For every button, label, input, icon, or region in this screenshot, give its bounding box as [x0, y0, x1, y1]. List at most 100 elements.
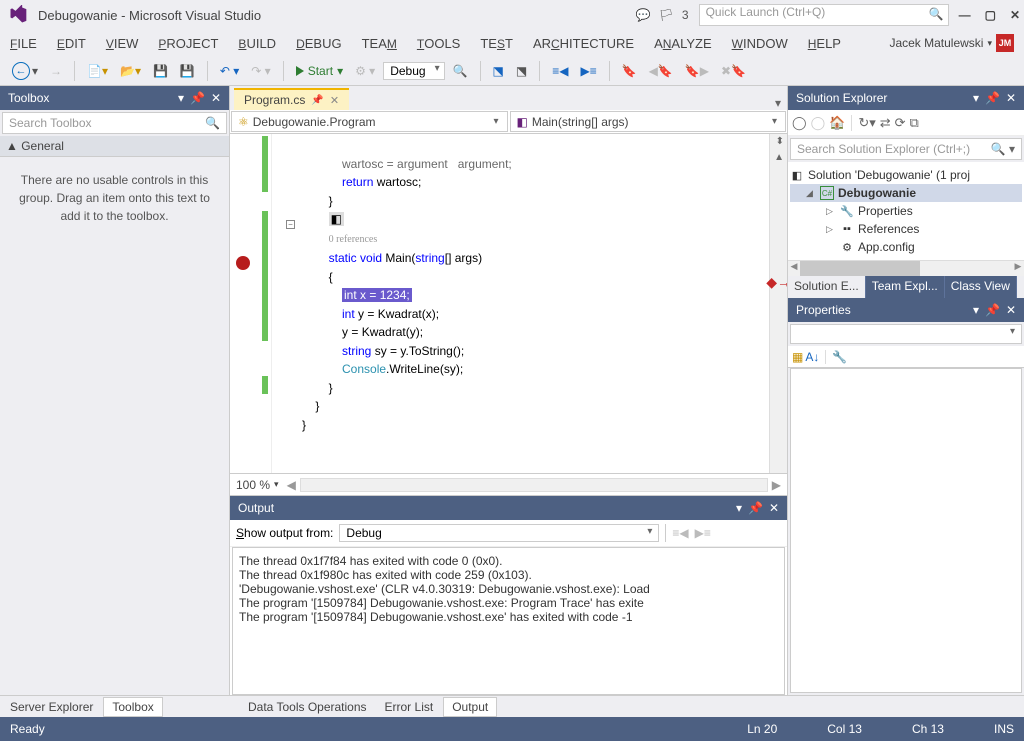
tab-error-list[interactable]: Error List: [377, 698, 442, 716]
menu-file[interactable]: FILE: [10, 36, 37, 51]
close-tab-icon[interactable]: ✕: [330, 94, 339, 107]
save-button[interactable]: 💾: [149, 62, 172, 80]
undo-button[interactable]: ↶ ▾: [216, 62, 243, 80]
nav-back-button[interactable]: ← ▾: [8, 60, 42, 82]
minimize-button[interactable]: —: [959, 8, 971, 22]
tab-dropdown-button[interactable]: ▾: [769, 96, 787, 110]
refresh-icon[interactable]: ↻▾: [858, 115, 875, 131]
menu-test[interactable]: TEST: [480, 36, 513, 51]
editor-scrollbar[interactable]: ⬍ ▲ ◆→: [769, 134, 787, 473]
quick-launch-search[interactable]: Quick Launch (Ctrl+Q) 🔍: [699, 4, 949, 26]
menu-analyze[interactable]: ANALYZE: [654, 36, 712, 51]
tab-data-tools[interactable]: Data Tools Operations: [240, 698, 375, 716]
menu-debug[interactable]: DEBUG: [296, 36, 342, 51]
pin-icon[interactable]: 📌: [985, 303, 1000, 317]
tree-item-references[interactable]: ▷ ▪▪ References: [790, 220, 1022, 238]
output-tool-2[interactable]: ▶≡: [695, 526, 711, 540]
tab-server-explorer[interactable]: Server Explorer: [2, 698, 101, 716]
tree-horizontal-scrollbar[interactable]: ◀ ▶: [788, 260, 1024, 276]
tree-item-properties[interactable]: ▷ 🔧 Properties: [790, 202, 1022, 220]
properties-grid[interactable]: [790, 368, 1022, 693]
horizontal-scroll-left[interactable]: ◀: [287, 478, 296, 492]
class-navigator-dropdown[interactable]: ⚛Debugowanie.Program: [231, 111, 508, 132]
user-menu[interactable]: Jacek Matulewski ▾ JM: [889, 34, 1014, 52]
tab-output[interactable]: Output: [443, 697, 497, 717]
tree-project-node[interactable]: ◢ C# Debugowanie: [790, 184, 1022, 202]
menu-build[interactable]: BUILD: [238, 36, 276, 51]
tool-btn-1[interactable]: ⬔: [489, 62, 508, 80]
menu-tools[interactable]: TOOLS: [417, 36, 460, 51]
menu-edit[interactable]: EDIT: [57, 36, 86, 51]
config-dropdown[interactable]: Debug: [383, 62, 444, 80]
tool-btn-2[interactable]: ⬔: [512, 62, 531, 80]
output-source-dropdown[interactable]: Debug: [339, 524, 659, 542]
close-panel-icon[interactable]: ✕: [1006, 303, 1016, 317]
alphabetical-icon[interactable]: A↓: [805, 350, 819, 364]
tab-program-cs[interactable]: Program.cs 📌 ✕: [234, 88, 349, 110]
tab-class-view[interactable]: Class View: [945, 276, 1017, 298]
nav-forward-button[interactable]: →: [46, 62, 66, 80]
indent-left-button[interactable]: ≡◀: [548, 62, 572, 80]
show-all-icon[interactable]: ⧉: [910, 115, 919, 131]
indent-right-button[interactable]: ▶≡: [576, 62, 600, 80]
nav-back-icon[interactable]: ◯: [792, 115, 807, 131]
nav-fwd-icon[interactable]: ◯: [811, 115, 826, 131]
close-panel-icon[interactable]: ✕: [211, 91, 221, 105]
menu-window[interactable]: WINDOW: [732, 36, 788, 51]
expand-arrow-icon[interactable]: ◢: [806, 188, 816, 199]
save-all-button[interactable]: 💾: [176, 62, 199, 80]
collapse-icon[interactable]: ⟳: [895, 115, 906, 131]
properties-object-dropdown[interactable]: [790, 324, 1022, 344]
close-button[interactable]: ✕: [1010, 8, 1020, 22]
next-bookmark-button[interactable]: 🔖▶: [681, 62, 713, 80]
tab-solution-explorer[interactable]: Solution E...: [788, 276, 866, 298]
open-button[interactable]: 📂▾: [116, 62, 145, 80]
panel-menu-icon[interactable]: ▾: [973, 303, 979, 317]
bookmark-button[interactable]: 🔖: [618, 62, 641, 80]
props-tool-icon[interactable]: 🔧: [832, 350, 847, 364]
pin-icon[interactable]: 📌: [190, 91, 205, 105]
panel-menu-icon[interactable]: ▾: [973, 91, 979, 105]
breakpoint-icon[interactable]: [236, 256, 250, 270]
solution-tree[interactable]: ◧ Solution 'Debugowanie' (1 proj ◢ C# De…: [788, 162, 1024, 260]
expand-arrow-icon[interactable]: ▷: [826, 206, 836, 217]
start-options[interactable]: ⚙ ▾: [351, 62, 379, 80]
new-project-button[interactable]: 📄▾: [83, 62, 112, 80]
pin-icon[interactable]: 📌: [311, 95, 323, 106]
redo-button[interactable]: ↷ ▾: [247, 62, 274, 80]
tree-item-appconfig[interactable]: ⚙ App.config: [790, 238, 1022, 256]
editor-gutter[interactable]: [230, 134, 272, 473]
output-tool-1[interactable]: ≡◀: [672, 526, 688, 540]
code-editor[interactable]: wartosc = argument argument; return wart…: [230, 134, 787, 473]
notifications-area[interactable]: 💬 🏳 3: [636, 8, 689, 22]
close-panel-icon[interactable]: ✕: [1006, 91, 1016, 105]
horizontal-scrollbar[interactable]: [300, 478, 768, 492]
sync-icon[interactable]: ⇄: [880, 115, 891, 131]
toolbox-search[interactable]: Search Toolbox 🔍: [2, 112, 227, 134]
expand-arrow-icon[interactable]: ▷: [826, 224, 836, 235]
flag-icon[interactable]: 🏳: [659, 8, 674, 22]
toolbox-category-general[interactable]: ▲ General: [0, 136, 229, 157]
horizontal-scroll-right[interactable]: ▶: [772, 478, 781, 492]
close-panel-icon[interactable]: ✕: [769, 501, 779, 515]
code-fold-toggle[interactable]: −: [286, 220, 295, 229]
find-button[interactable]: 🔍: [449, 62, 472, 80]
pin-icon[interactable]: 📌: [985, 91, 1000, 105]
zoom-level-dropdown[interactable]: 100 %: [236, 478, 270, 492]
prev-bookmark-button[interactable]: ◀🔖: [645, 62, 677, 80]
pin-icon[interactable]: 📌: [748, 501, 763, 515]
splitter-handle[interactable]: ◆→: [766, 274, 787, 291]
home-icon[interactable]: 🏠: [829, 115, 845, 131]
panel-menu-icon[interactable]: ▾: [178, 91, 184, 105]
start-debug-button[interactable]: Start ▾: [292, 62, 347, 80]
panel-menu-icon[interactable]: ▾: [736, 501, 742, 515]
categorized-icon[interactable]: ▦: [792, 350, 803, 364]
menu-team[interactable]: TEAM: [362, 36, 397, 51]
menu-project[interactable]: PROJECT: [158, 36, 218, 51]
solution-search[interactable]: Search Solution Explorer (Ctrl+;) 🔍 ▾: [790, 138, 1022, 160]
menu-view[interactable]: VIEW: [106, 36, 139, 51]
feedback-icon[interactable]: 💬: [636, 8, 651, 22]
output-text[interactable]: The thread 0x1f7f84 has exited with code…: [232, 547, 785, 695]
menu-help[interactable]: HELP: [808, 36, 841, 51]
tab-toolbox[interactable]: Toolbox: [103, 697, 162, 717]
